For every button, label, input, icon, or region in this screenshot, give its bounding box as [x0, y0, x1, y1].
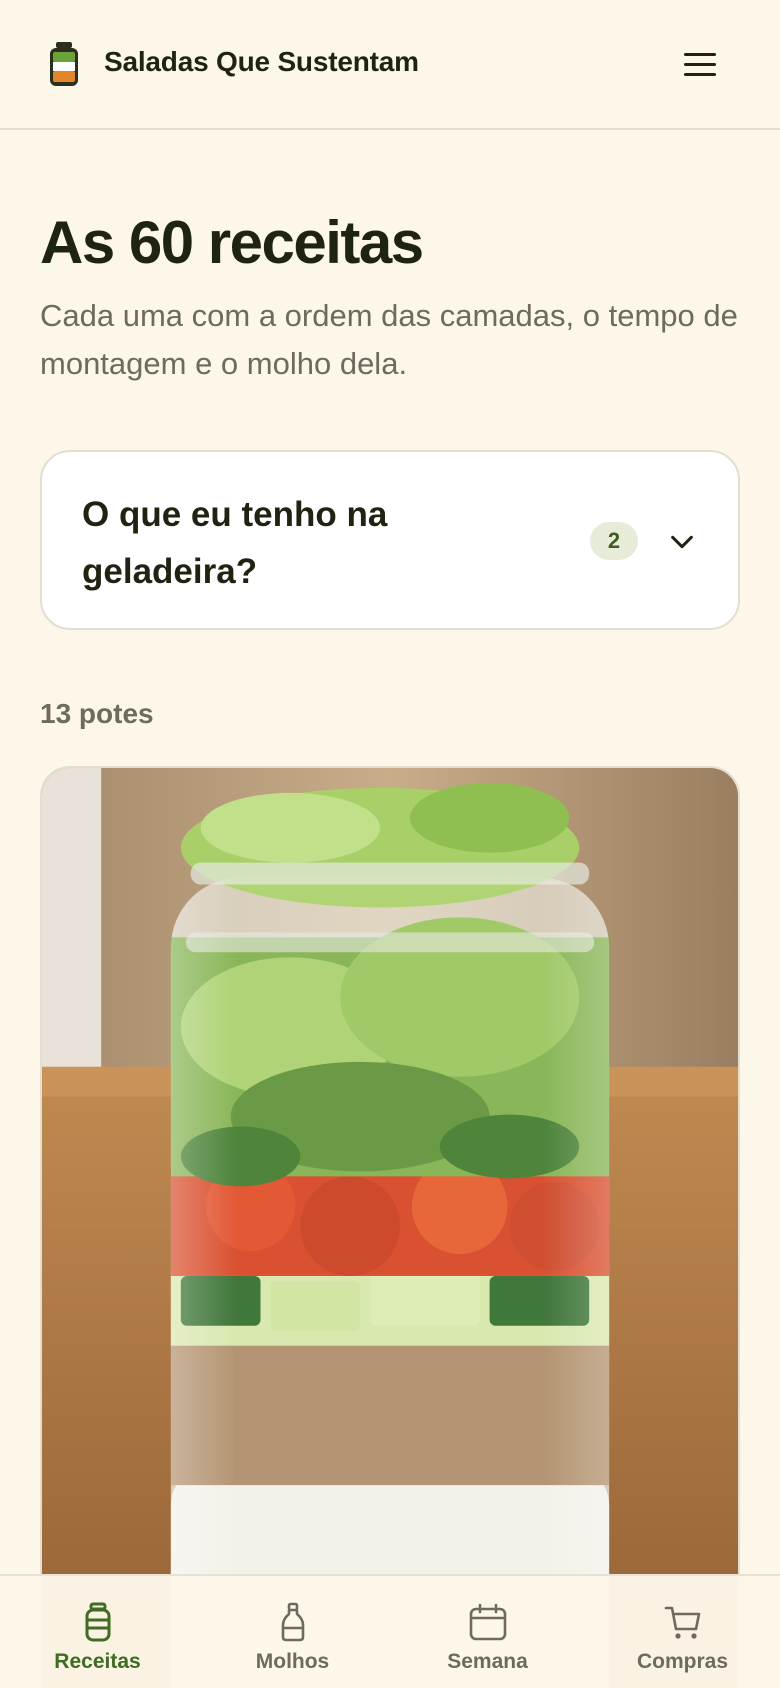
salad-jar-photo	[42, 768, 738, 1688]
nav-label: Compras	[636, 1650, 729, 1673]
fridge-filter-toggle[interactable]: O que eu tenho na geladeira? 2	[40, 450, 740, 630]
nav-label: Molhos	[255, 1650, 330, 1673]
bottle-icon	[281, 1602, 304, 1642]
hamburger-menu-icon	[684, 52, 716, 56]
nav-item-compras[interactable]: Compras	[585, 1576, 780, 1688]
calendar-icon	[469, 1603, 506, 1641]
jar-logo-icon	[50, 42, 78, 86]
nav-label: Receitas	[54, 1650, 141, 1673]
nav-label: Semana	[447, 1650, 528, 1673]
nav-item-molhos[interactable]: Molhos	[195, 1576, 390, 1688]
hamburger-menu-button[interactable]	[680, 44, 720, 84]
nav-item-receitas[interactable]: Receitas	[0, 1576, 195, 1688]
chevron-down-icon	[671, 535, 693, 549]
app-header: Saladas Que Sustentam	[0, 0, 780, 130]
bottom-nav: Receitas Molhos Semana Compras	[0, 1574, 780, 1688]
nav-item-semana[interactable]: Semana	[390, 1576, 585, 1688]
filter-label: O que eu tenho na geladeira?	[82, 495, 388, 591]
jar-icon	[85, 1602, 110, 1642]
filter-count-badge: 2	[590, 522, 638, 560]
recipe-count: 13 potes	[40, 698, 154, 729]
cart-icon	[664, 1606, 700, 1639]
page-subtitle: Cada uma com a ordem das camadas, o temp…	[40, 298, 738, 381]
app-title: Saladas Que Sustentam	[104, 46, 419, 77]
page-title: As 60 receitas	[40, 209, 424, 276]
recipe-card[interactable]	[40, 766, 740, 1688]
